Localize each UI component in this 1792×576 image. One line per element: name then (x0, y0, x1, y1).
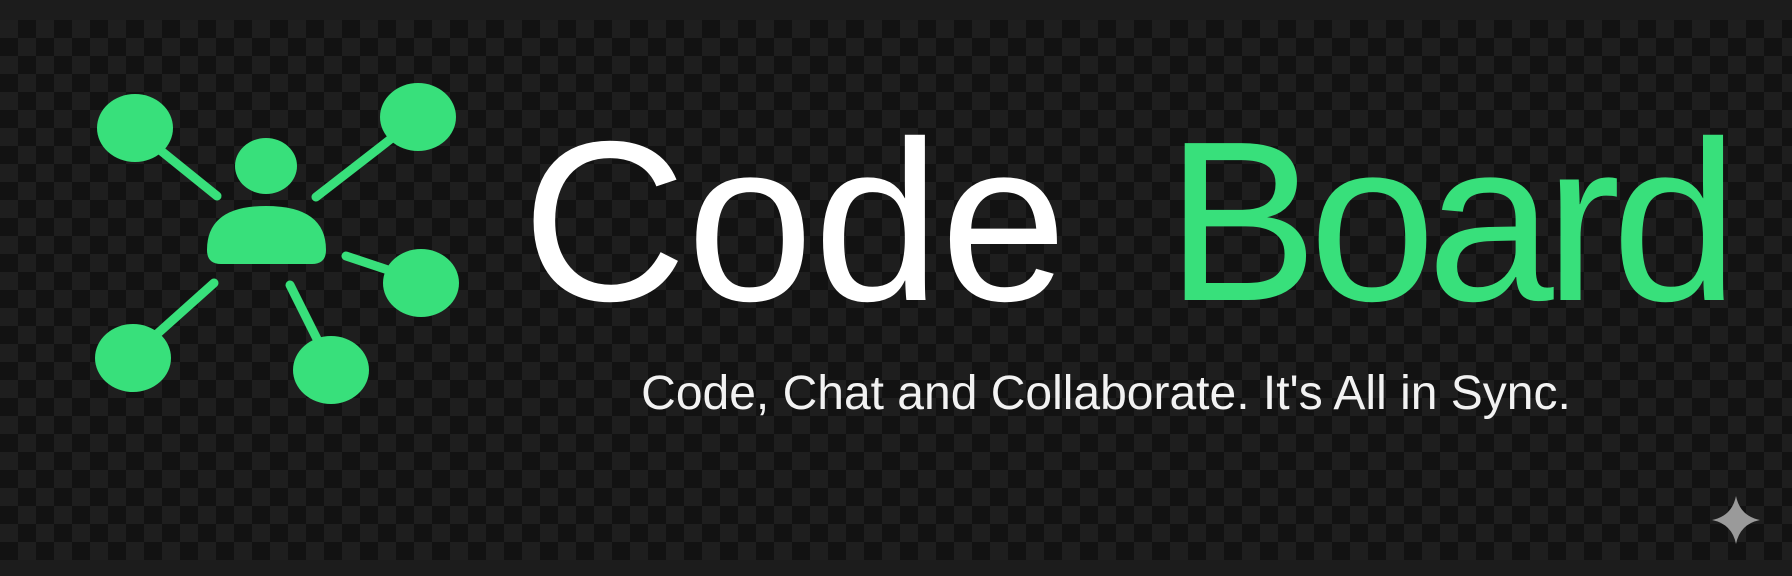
brand-name-code: Code (522, 95, 1068, 349)
tagline: Code, Chat and Collaborate. It's All in … (641, 367, 1571, 420)
network-person-icon (95, 83, 459, 404)
sparkle-icon (1712, 496, 1760, 544)
brand-name-board: Board (1166, 95, 1738, 349)
